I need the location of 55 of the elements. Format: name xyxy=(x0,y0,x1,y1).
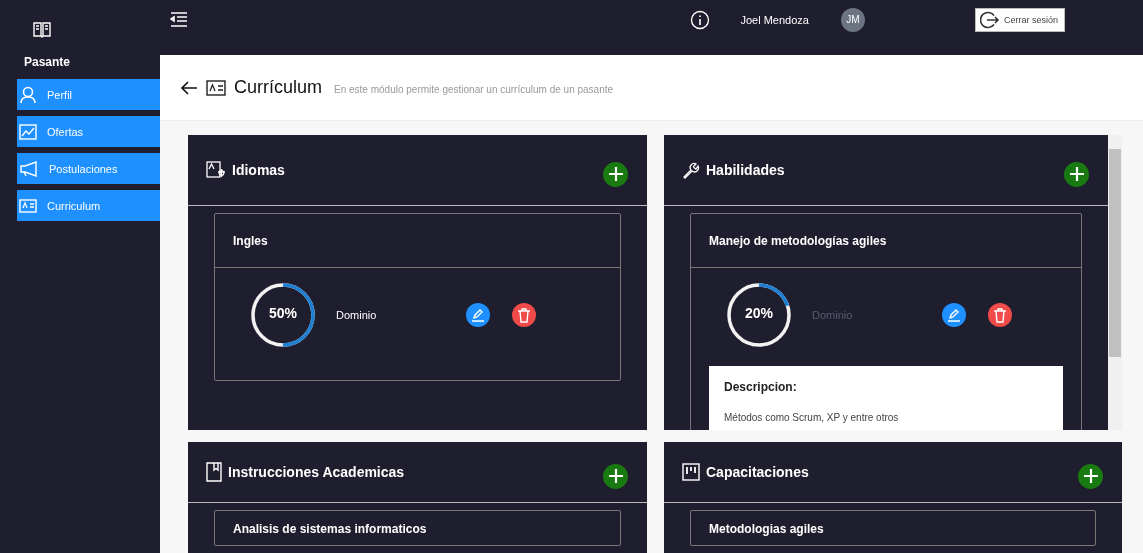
percentage-reading: 50% xyxy=(268,305,298,321)
sidebar-item[interactable]: Ofertas xyxy=(17,116,160,147)
logout-icon xyxy=(979,10,1000,29)
card-title: Habilidades xyxy=(706,162,785,178)
add-button[interactable] xyxy=(1064,161,1089,187)
wrench-icon xyxy=(682,161,700,179)
user-avatar[interactable]: JM xyxy=(840,7,865,32)
plus-icon xyxy=(608,167,623,181)
item-title: Analisis de sistemas informaticos xyxy=(233,522,427,536)
language-icon xyxy=(206,161,226,179)
description-title: Descripcion: xyxy=(724,380,798,394)
trash-icon xyxy=(517,307,531,323)
edit-button[interactable] xyxy=(466,303,490,327)
logout-button[interactable]: Cerrar sesión xyxy=(974,7,1065,32)
info-icon[interactable] xyxy=(690,9,711,30)
delete-button[interactable] xyxy=(512,303,536,327)
page-title: Currículum xyxy=(234,77,322,98)
id-card-icon xyxy=(19,198,37,213)
description-text: Métodos como Scrum, XP y entre otros xyxy=(724,412,900,423)
megaphone-icon xyxy=(19,160,39,177)
page-subtitle: En este módulo permite gestionar un currículum de un pasante xyxy=(334,84,614,95)
sidebar-item[interactable]: Curriculum xyxy=(17,190,160,221)
level-label: Dominio xyxy=(336,309,378,321)
plus-icon xyxy=(608,469,623,483)
sidebar-section-title: Pasante xyxy=(24,55,72,69)
edit-button[interactable] xyxy=(942,303,966,327)
back-arrow-icon[interactable] xyxy=(180,79,198,96)
open-book-icon xyxy=(33,22,51,38)
add-button[interactable] xyxy=(1078,463,1103,489)
card-title: Idiomas xyxy=(232,162,285,178)
menu-collapse-icon[interactable] xyxy=(170,11,188,28)
person-icon xyxy=(19,85,37,104)
card-title: Capacitaciones xyxy=(706,464,809,480)
plus-icon xyxy=(1083,469,1098,483)
pencil-icon xyxy=(947,308,961,322)
pencil-icon xyxy=(471,308,485,322)
percentage-reading: 20% xyxy=(744,305,774,321)
chart-icon xyxy=(19,123,37,140)
add-button[interactable] xyxy=(603,463,628,489)
book-icon xyxy=(206,462,222,482)
kanban-icon xyxy=(682,463,700,481)
add-button[interactable] xyxy=(603,161,628,187)
item-title: Ingles xyxy=(233,234,268,248)
card-title: Instrucciones Academicas xyxy=(228,464,405,480)
scrollbar[interactable] xyxy=(1108,135,1122,430)
item-title: Metodologias agiles xyxy=(709,522,824,536)
user-name: Joel Mendoza xyxy=(740,13,809,26)
item-title: Manejo de metodologías agiles xyxy=(709,234,887,248)
plus-icon xyxy=(1069,167,1084,181)
sidebar-item[interactable]: Perfil xyxy=(17,79,160,110)
level-label: Dominio xyxy=(812,309,854,321)
delete-button[interactable] xyxy=(988,303,1012,327)
trash-icon xyxy=(993,307,1007,323)
sidebar-item[interactable]: Postulaciones xyxy=(17,153,160,184)
id-card-icon xyxy=(206,79,226,96)
